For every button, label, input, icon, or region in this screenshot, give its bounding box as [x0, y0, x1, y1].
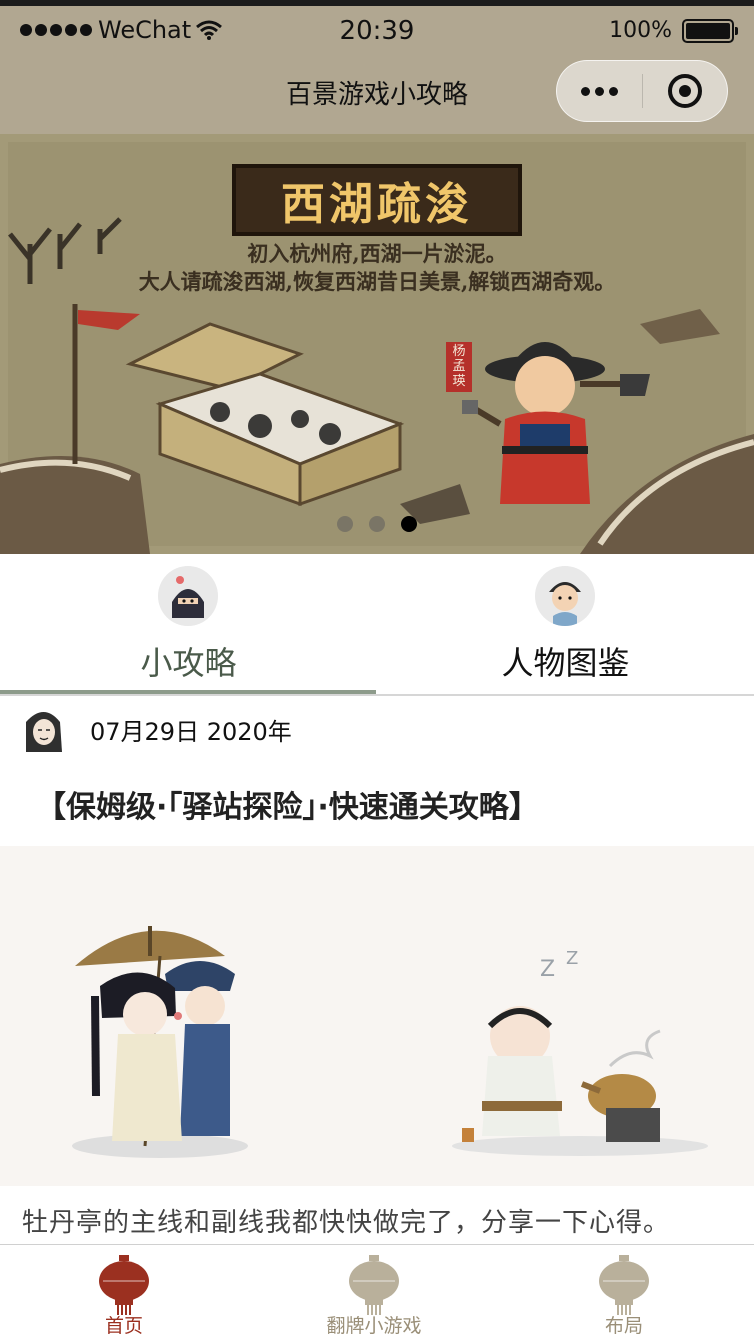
- lantern-icon: [349, 1255, 399, 1315]
- post-excerpt: 牡丹亭的主线和副线我都快快做完了，分享一下心得。: [22, 1208, 671, 1238]
- carousel-dot-active[interactable]: [401, 516, 417, 532]
- more-button[interactable]: [557, 60, 642, 122]
- tab-characters[interactable]: 人物图鉴: [377, 554, 754, 694]
- banner-subtitle-1: 初入杭州府,西湖一片淤泥。: [247, 241, 507, 266]
- carousel-dot[interactable]: [369, 516, 385, 532]
- battery-info: 100%: [609, 18, 738, 43]
- tab-guides[interactable]: 小攻略: [0, 554, 377, 694]
- post-date: 07月29日 2020年: [90, 718, 292, 746]
- post-cover-image[interactable]: Z Z: [0, 846, 754, 1186]
- banner-carousel[interactable]: 西湖疏浚 初入杭州府,西湖一片淤泥。 大人请疏浚西湖,恢复西湖昔日美景,解锁西湖…: [0, 134, 754, 554]
- post-illustration: Z Z: [0, 846, 754, 1186]
- svg-text:Z: Z: [540, 957, 555, 982]
- battery-percent: 100%: [609, 18, 672, 43]
- battery-icon: [682, 18, 738, 43]
- active-tab-indicator: [0, 690, 376, 694]
- tab-guides-label: 小攻略: [140, 644, 237, 682]
- post-header: 07月29日 2020年: [0, 696, 754, 760]
- more-dots-icon: [581, 86, 590, 96]
- banner-subtitle-2: 大人请疏浚西湖,恢复西湖昔日美景,解锁西湖奇观。: [138, 269, 616, 294]
- target-icon: [667, 74, 702, 108]
- lantern-icon: [599, 1255, 649, 1315]
- category-tabs: 小攻略 人物图鉴: [0, 554, 754, 696]
- carousel-dot[interactable]: [337, 516, 353, 532]
- tab-characters-label: 人物图鉴: [501, 644, 630, 682]
- tab-home-label: 首页: [104, 1315, 143, 1337]
- banner-title-plate: 西湖疏浚: [232, 164, 522, 236]
- official-avatar-icon: [535, 566, 595, 626]
- nav-bar: 百景游戏小攻略: [0, 52, 754, 134]
- tab-card-game[interactable]: 翻牌小游戏: [274, 1253, 474, 1338]
- lantern-icon: [99, 1255, 149, 1315]
- tab-home[interactable]: 首页: [24, 1253, 224, 1338]
- author-avatar: [16, 702, 72, 758]
- tab-layout[interactable]: 布局: [524, 1253, 724, 1338]
- tab-card-game-label: 翻牌小游戏: [326, 1315, 422, 1337]
- banner-seal: 杨孟瑛: [452, 344, 466, 389]
- post-title[interactable]: 【保姆级·「驿站探险」·快速通关攻略】: [36, 782, 539, 826]
- status-bar: WeChat 20:39 100%: [0, 0, 754, 52]
- close-mini-program-button[interactable]: [643, 60, 727, 122]
- banner-title: 西湖疏浚: [281, 179, 473, 230]
- ninja-avatar-icon: [158, 566, 218, 626]
- mini-program-capsule: [556, 60, 728, 122]
- tab-layout-label: 布局: [604, 1315, 643, 1337]
- bottom-tab-bar: 首页 翻牌小游戏 布局: [0, 1244, 754, 1342]
- carousel-indicator: [0, 516, 754, 532]
- svg-text:Z: Z: [566, 948, 578, 969]
